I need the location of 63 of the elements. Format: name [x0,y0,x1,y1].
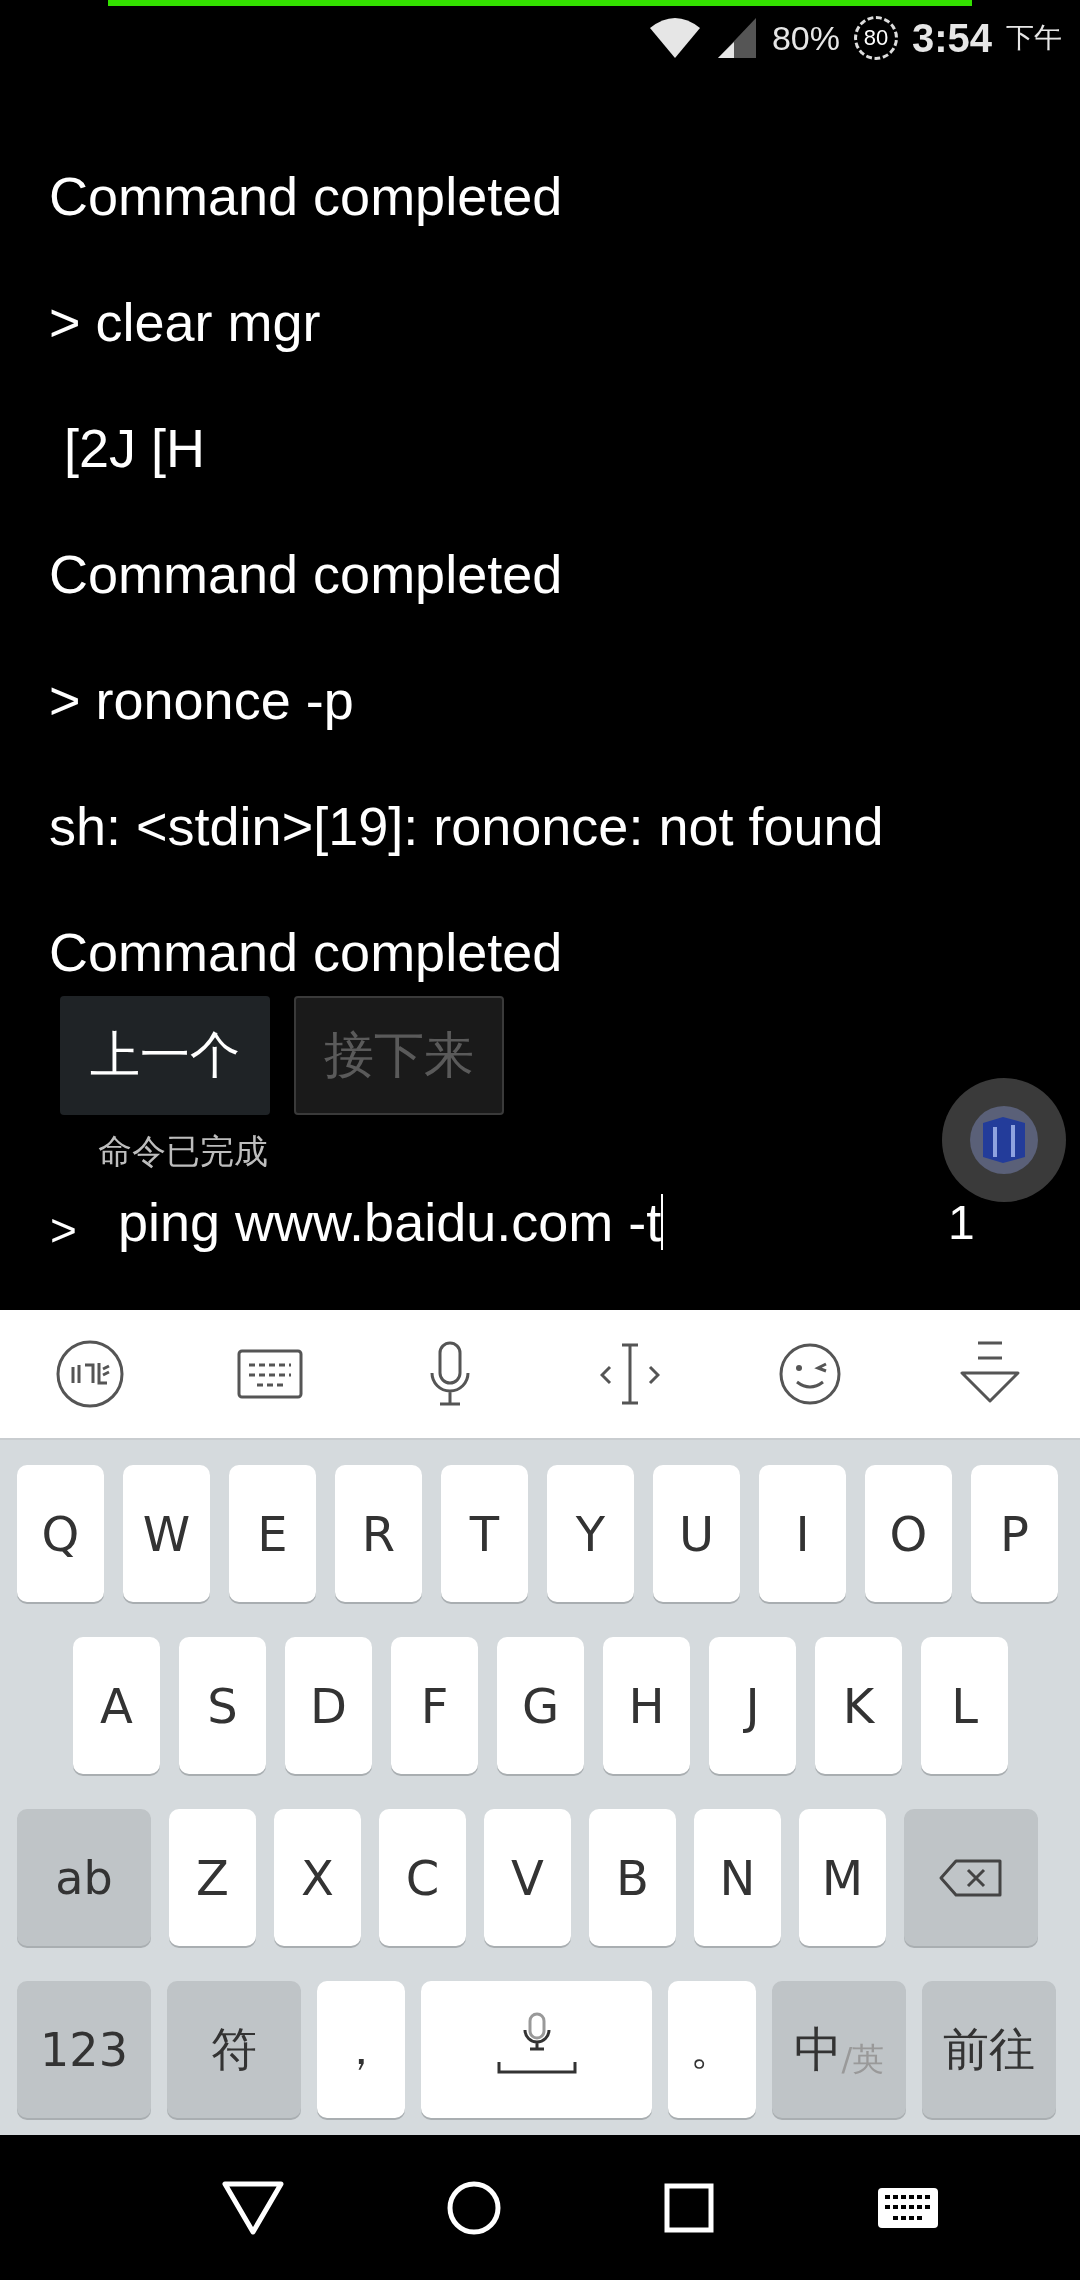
terminal-line: > rononce -p [49,669,354,731]
battery-badge: 80 [853,16,898,60]
key[interactable]: U [653,1465,740,1602]
key[interactable]: L [921,1637,1008,1774]
keyboard-icon [237,1349,303,1399]
key[interactable]: 。 [668,1981,756,2118]
key[interactable]: B [589,1809,676,1946]
signal-icon [715,16,758,60]
key[interactable]: A [73,1637,160,1774]
history-count: 1 [948,1194,975,1250]
key[interactable]: D [285,1637,372,1774]
cursor-move-icon [600,1343,660,1405]
key[interactable]: C [379,1809,466,1946]
key[interactable]: Q [17,1465,104,1602]
keyboard-switch-button[interactable] [876,2186,939,2229]
emoji-icon [778,1342,842,1406]
key[interactable]: R [335,1465,422,1602]
key[interactable]: W [123,1465,210,1602]
terminal-line: > clear mgr [49,291,321,353]
key[interactable]: P [971,1465,1058,1602]
terminal-line: Command completed [49,165,563,227]
clock-period: 下午 [1006,21,1062,55]
nav-button[interactable]: 上一个 [60,996,270,1115]
status-hint: 命令已完成 [98,1131,268,1171]
wifi-icon [647,16,702,60]
terminal-line: Command completed [49,921,563,983]
key[interactable]: 符 [167,1981,301,2118]
key[interactable]: H [603,1637,690,1774]
clock: 3:54 [911,15,992,61]
key[interactable]: O [865,1465,952,1602]
key[interactable]: S [179,1637,266,1774]
key[interactable]: V [484,1809,571,1946]
key[interactable]: E [229,1465,316,1602]
terminal-line: Command completed [49,543,563,605]
key[interactable]: T [441,1465,528,1602]
key[interactable]: J [709,1637,796,1774]
key[interactable]: Z [169,1809,256,1946]
key[interactable]: ab [17,1809,151,1946]
terminal-line: [2J [H [63,417,206,479]
backspace-icon [938,1857,1004,1898]
key[interactable]: 123 [17,1981,151,2118]
key[interactable]: F [391,1637,478,1774]
key[interactable]: K [815,1637,902,1774]
key[interactable]: I [759,1465,846,1602]
space-key[interactable] [421,1981,652,2118]
terminal-line: sh: <stdin>[19]: rononce: not found [49,795,884,857]
logo-icon [55,1339,125,1409]
key[interactable]: N [694,1809,781,1946]
key[interactable]: 前往 [922,1981,1056,2118]
command-input[interactable]: ping www.baidu.com -t [118,1191,918,1253]
microphone-icon [428,1341,472,1407]
key[interactable]: G [497,1637,584,1774]
key[interactable]: Y [547,1465,634,1602]
key[interactable]: X [274,1809,361,1946]
key[interactable]: M [799,1809,886,1946]
key[interactable]: ， [317,1981,405,2118]
home-button[interactable] [446,2180,501,2235]
prompt: > [50,1203,78,1257]
back-button[interactable] [221,2180,284,2235]
battery-percent: 80% [771,18,840,58]
cube-icon [969,1105,1039,1175]
recents-button[interactable] [663,2182,714,2233]
backspace-key[interactable] [904,1809,1038,1946]
